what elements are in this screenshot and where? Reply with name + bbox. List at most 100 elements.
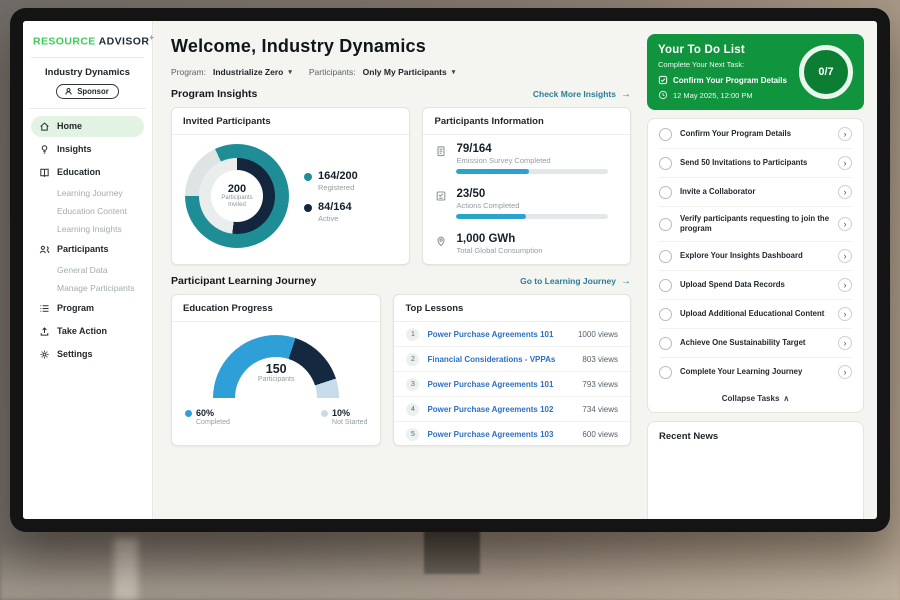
sidebar-item-settings[interactable]: Settings	[31, 344, 144, 365]
lesson-row: 4 Power Purchase Agreements 102 734 view…	[394, 397, 630, 422]
sidebar-item-education-content[interactable]: Education Content	[31, 202, 144, 220]
task-row[interactable]: Send 50 Invitations to Participants ›	[659, 149, 852, 178]
section-title: Participant Learning Journey	[171, 275, 316, 287]
task-checkbox[interactable]	[659, 218, 672, 231]
link-label: Check More Insights	[533, 89, 616, 99]
invited-donut-center: 200 Participants Invited	[211, 170, 263, 222]
collapse-tasks-link[interactable]: Collapse Tasks∧	[659, 386, 852, 411]
insights-cards-row: Invited Participants 200 Participants In…	[171, 107, 631, 265]
sidebar-item-label: Take Action	[57, 326, 107, 336]
chevron-right-icon[interactable]: ›	[838, 217, 852, 231]
participants-filter-dropdown[interactable]: Only My Participants ▾	[363, 67, 456, 77]
task-checkbox[interactable]	[659, 366, 672, 379]
task-row[interactable]: Verify participants requesting to join t…	[659, 207, 852, 242]
sidebar-divider	[29, 108, 146, 109]
chevron-right-icon[interactable]: ›	[838, 185, 852, 199]
list-icon	[39, 303, 50, 314]
stat-value: 23/50	[456, 188, 618, 200]
lesson-link[interactable]: Power Purchase Agreements 101	[427, 330, 570, 339]
card-title: Participants Information	[423, 108, 630, 135]
task-checkbox[interactable]	[659, 308, 672, 321]
chevron-right-icon[interactable]: ›	[838, 336, 852, 350]
task-row[interactable]: Complete Your Learning Journey ›	[659, 358, 852, 386]
lesson-views: 803 views	[582, 355, 618, 364]
sidebar-item-education[interactable]: Education	[31, 162, 144, 183]
lesson-row: 3 Power Purchase Agreements 101 793 view…	[394, 372, 630, 397]
sidebar-item-manage-participants[interactable]: Manage Participants	[31, 279, 144, 297]
invited-participants-card: Invited Participants 200 Participants In…	[171, 107, 410, 265]
todo-due: 12 May 2025, 12:00 PM	[658, 90, 791, 100]
sidebar-item-program[interactable]: Program	[31, 298, 144, 319]
lesson-link[interactable]: Power Purchase Agreements 101	[427, 380, 574, 389]
program-insights-header: Program Insights Check More Insights →	[171, 88, 631, 100]
arrow-right-icon: →	[621, 276, 631, 287]
todo-next-task[interactable]: Confirm Your Program Details	[658, 75, 791, 85]
app-logo: RESOURCE ADVISOR+	[31, 33, 144, 58]
task-checkbox[interactable]	[659, 128, 672, 141]
clipboard-icon	[435, 145, 447, 157]
sidebar-item-label: Participants	[57, 244, 109, 254]
task-checkbox[interactable]	[659, 250, 672, 263]
checkbox-icon	[658, 75, 668, 85]
section-title: Program Insights	[171, 88, 257, 100]
task-label: Confirm Your Program Details	[680, 129, 830, 139]
program-filter-dropdown[interactable]: Industrialize Zero ▾	[213, 67, 292, 77]
sponsor-badge[interactable]: Sponsor	[56, 84, 119, 99]
legend-registered: 164/200 Registered	[304, 170, 358, 192]
task-row[interactable]: Explore Your Insights Dashboard ›	[659, 242, 852, 271]
rank-badge: 1	[406, 328, 419, 341]
task-row[interactable]: Confirm Your Program Details ›	[659, 120, 852, 149]
education-progress-card: Education Progress 150 Participants 60%	[171, 294, 381, 446]
sidebar-item-insights[interactable]: Insights	[31, 139, 144, 160]
lesson-views: 734 views	[582, 405, 618, 414]
link-label: Go to Learning Journey	[520, 276, 616, 286]
chevron-right-icon[interactable]: ›	[838, 249, 852, 263]
lesson-row: 5 Power Purchase Agreements 103 600 view…	[394, 422, 630, 446]
sidebar-item-general-data[interactable]: General Data	[31, 261, 144, 279]
task-row[interactable]: Achieve One Sustainability Target ›	[659, 329, 852, 358]
rank-badge: 5	[406, 428, 419, 441]
lightbulb-icon	[39, 144, 50, 155]
sidebar-item-learning-journey[interactable]: Learning Journey	[31, 184, 144, 202]
task-label: Send 50 Invitations to Participants	[680, 158, 830, 168]
rank-badge: 2	[406, 353, 419, 366]
stat-consumption: 1,000 GWh Total Global Consumption	[423, 225, 630, 265]
task-checkbox[interactable]	[659, 279, 672, 292]
learning-cards-row: Education Progress 150 Participants 60%	[171, 294, 631, 446]
lesson-link[interactable]: Financial Considerations - VPPAs	[427, 355, 574, 364]
rank-badge: 3	[406, 378, 419, 391]
task-checkbox[interactable]	[659, 337, 672, 350]
sidebar-item-home[interactable]: Home	[31, 116, 144, 137]
lesson-link[interactable]: Power Purchase Agreements 102	[427, 405, 574, 414]
sidebar-item-learning-insights[interactable]: Learning Insights	[31, 220, 144, 238]
check-more-insights-link[interactable]: Check More Insights →	[533, 89, 631, 100]
actions-progress-bar	[456, 214, 608, 219]
chevron-right-icon[interactable]: ›	[838, 127, 852, 141]
checklist-icon	[435, 190, 447, 202]
chevron-right-icon[interactable]: ›	[838, 307, 852, 321]
todo-next-task-label: Confirm Your Program Details	[673, 76, 787, 85]
sidebar-item-label: Education	[57, 167, 101, 177]
donut-center-value: 200	[228, 183, 246, 195]
chevron-right-icon[interactable]: ›	[838, 278, 852, 292]
program-filter-label: Program:	[171, 67, 206, 77]
sidebar-item-participants[interactable]: Participants	[31, 239, 144, 260]
task-label: Upload Additional Educational Content	[680, 309, 830, 319]
task-row[interactable]: Upload Spend Data Records ›	[659, 271, 852, 300]
task-checkbox[interactable]	[659, 157, 672, 170]
lesson-row: 2 Financial Considerations - VPPAs 803 v…	[394, 347, 630, 372]
task-row[interactable]: Invite a Collaborator ›	[659, 178, 852, 207]
chevron-right-icon[interactable]: ›	[838, 365, 852, 379]
task-row[interactable]: Upload Additional Educational Content ›	[659, 300, 852, 329]
todo-due-label: 12 May 2025, 12:00 PM	[673, 91, 753, 100]
lesson-link[interactable]: Power Purchase Agreements 103	[427, 430, 574, 439]
sidebar-item-take-action[interactable]: Take Action	[31, 321, 144, 342]
task-checkbox[interactable]	[659, 186, 672, 199]
gauge-label: Participants	[213, 376, 339, 383]
chevron-right-icon[interactable]: ›	[838, 156, 852, 170]
task-label: Verify participants requesting to join t…	[680, 214, 830, 234]
location-pin-icon	[435, 235, 447, 247]
go-to-learning-journey-link[interactable]: Go to Learning Journey →	[520, 276, 631, 287]
app-window: RESOURCE ADVISOR+ Industry Dynamics Spon…	[23, 21, 877, 519]
org-name: Industry Dynamics	[31, 67, 144, 78]
